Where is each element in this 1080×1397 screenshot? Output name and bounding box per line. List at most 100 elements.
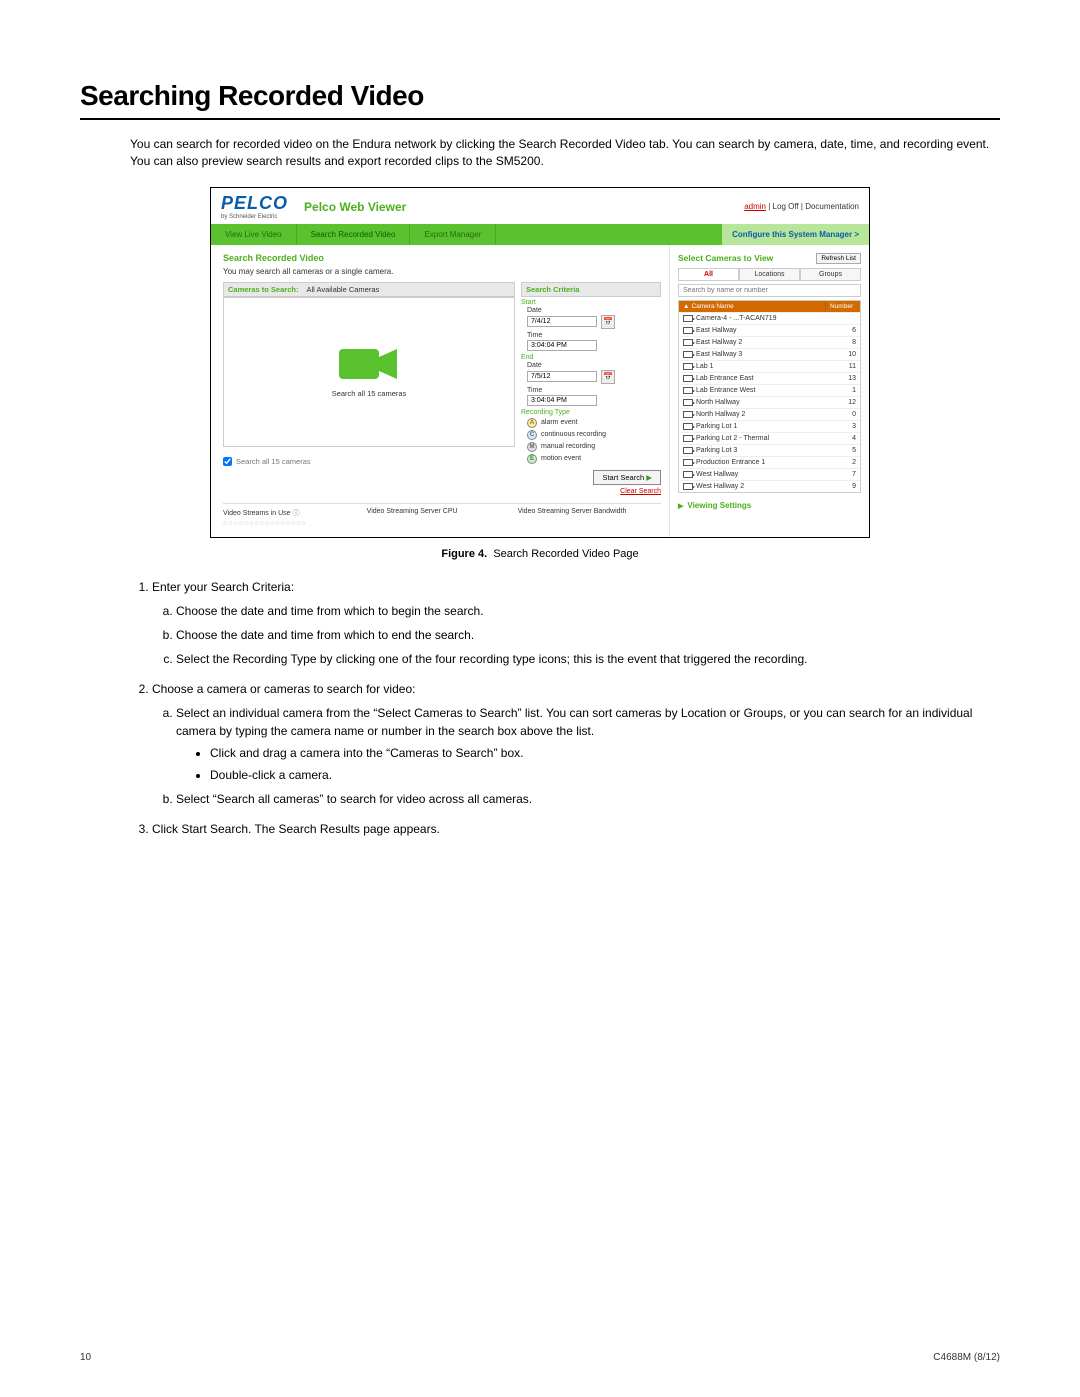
footer-page-number: 10 [80,1352,91,1363]
table-row[interactable]: North Hallway 20 [679,408,860,420]
camera-icon [683,327,693,334]
camera-name: Parking Lot 1 [696,423,737,430]
table-row[interactable]: West Hallway 7 [679,468,860,480]
camera-number: 3 [826,421,860,432]
col-camera-name[interactable]: Camera Name [691,303,733,310]
camera-icon [683,447,693,454]
section-subnote: You may search all cameras or a single c… [223,267,661,276]
camera-search-input[interactable] [678,284,861,297]
search-all-label: Search all 15 cameras [236,457,311,466]
refresh-list-button[interactable]: Refresh List [816,253,861,264]
app-header: PELCO by Schneider Electric Pelco Web Vi… [211,188,869,224]
table-row[interactable]: Lab 111 [679,360,860,372]
search-all-checkbox-row[interactable]: Search all 15 cameras [223,457,515,466]
brand-subtitle: by Schneider Electric [221,214,288,220]
start-search-button[interactable]: Start Search ▶ [593,470,661,485]
start-time-input[interactable] [527,340,597,351]
table-row[interactable]: Parking Lot 1 3 [679,420,860,432]
brand-logo: PELCO by Schneider Electric [221,194,288,220]
viewing-settings-toggle[interactable]: Viewing Settings [678,501,861,510]
camera-number: 7 [826,469,860,480]
camera-icon [683,483,693,490]
camera-name: East Hallway 2 [696,339,742,346]
documentation-link[interactable]: Documentation [805,202,859,211]
status-bw-label: Video Streaming Server Bandwidth [518,508,627,527]
rectype-motion[interactable]: Emotion event [527,454,661,464]
tab-search-recorded[interactable]: Search Recorded Video [297,224,411,245]
page-title: Searching Recorded Video [80,80,1000,112]
camera-name: West Hallway [696,471,738,478]
cam-tab-groups[interactable]: Groups [800,268,861,281]
brand-name: PELCO [221,194,288,212]
table-row[interactable]: Parking Lot 35 [679,444,860,456]
logoff-link[interactable]: Log Off [773,202,799,211]
figure-caption: Figure 4. Search Recorded Video Page [80,548,1000,560]
cameras-drop-area[interactable]: Search all 15 cameras [223,297,515,447]
cams-value: All Available Cameras [306,285,379,294]
app-title: Pelco Web Viewer [304,200,406,214]
camera-name: Camera-4 - ...T-ACAN719 [696,315,777,322]
camera-icon [683,315,693,322]
table-row[interactable]: Lab Entrance East 13 [679,372,860,384]
camera-number: 12 [826,397,860,408]
page-footer: 10 C4688M (8/12) [80,1352,1000,1363]
table-row[interactable]: East Hallway 2 8 [679,336,860,348]
calendar-icon[interactable]: 📅 [601,315,615,329]
camera-name: East Hallway [696,327,736,334]
nav-bar: View Live Video Search Recorded Video Ex… [211,224,869,245]
camera-icon [683,339,693,346]
end-date-input[interactable] [527,371,597,382]
end-label: End [521,354,661,361]
intro-paragraph: You can search for recorded video on the… [130,136,1000,171]
clear-search-link[interactable]: Clear Search [521,488,661,495]
status-bar: Video Streams in Use ⓘ ○○○○○○○○○○○○○○○○ … [223,503,661,527]
stream-dots: ○○○○○○○○○○○○○○○○ [223,520,307,527]
table-row[interactable]: North Hallway12 [679,396,860,408]
table-row[interactable]: East Hallway 310 [679,348,860,360]
camera-icon [683,387,693,394]
cam-tab-all[interactable]: All [678,268,739,281]
camera-number: 6 [826,325,860,336]
table-row[interactable]: Camera-4 - ...T-ACAN719 [679,312,860,324]
table-row[interactable]: Lab Entrance West1 [679,384,860,396]
camera-number: 13 [826,373,860,384]
section-title: Search Recorded Video [223,253,661,263]
camera-icon [683,411,693,418]
rectype-manual[interactable]: Mmanual recording [527,442,661,452]
start-label: Start [521,299,661,306]
table-row[interactable]: Production Entrance 12 [679,456,860,468]
table-row[interactable]: West Hallway 29 [679,480,860,492]
cameras-to-search-header: Cameras to Search: All Available Cameras [223,282,515,297]
table-row[interactable]: Parking Lot 2 - Thermal4 [679,432,860,444]
camera-name: North Hallway 2 [696,411,745,418]
tab-export-manager[interactable]: Export Manager [410,224,496,245]
rectype-continuous[interactable]: Ccontinuous recording [527,430,661,440]
calendar-icon[interactable]: 📅 [601,370,615,384]
drop-caption: Search all 15 cameras [332,389,407,398]
tab-view-live[interactable]: View Live Video [211,224,297,245]
col-number[interactable]: Number [826,301,860,312]
user-link[interactable]: admin [744,202,766,211]
criteria-header: Search Criteria [521,282,661,297]
screenshot-figure: PELCO by Schneider Electric Pelco Web Vi… [210,187,870,538]
rectype-alarm[interactable]: Aalarm event [527,418,661,428]
camera-icon [683,459,693,466]
camera-number: 2 [826,457,860,468]
table-row[interactable]: East Hallway 6 [679,324,860,336]
camera-number: 8 [826,337,860,348]
title-rule [80,118,1000,120]
start-date-input[interactable] [527,316,597,327]
camera-name: Parking Lot 3 [696,447,737,454]
search-all-checkbox[interactable] [223,457,232,466]
end-time-input[interactable] [527,395,597,406]
camera-name: Lab Entrance East [696,375,754,382]
cam-tab-locations[interactable]: Locations [739,268,800,281]
camera-icon [683,423,693,430]
camera-icon [683,363,693,370]
camera-table: ▲Camera Name Number Camera-4 - ...T-ACAN… [678,300,861,493]
footer-doc-id: C4688M (8/12) [933,1352,1000,1363]
cams-label: Cameras to Search: [228,285,298,294]
select-cameras-title: Select Cameras to View [678,253,773,263]
configure-system-link[interactable]: Configure this System Manager > [722,224,869,245]
camera-name: Parking Lot 2 - Thermal [696,435,769,442]
